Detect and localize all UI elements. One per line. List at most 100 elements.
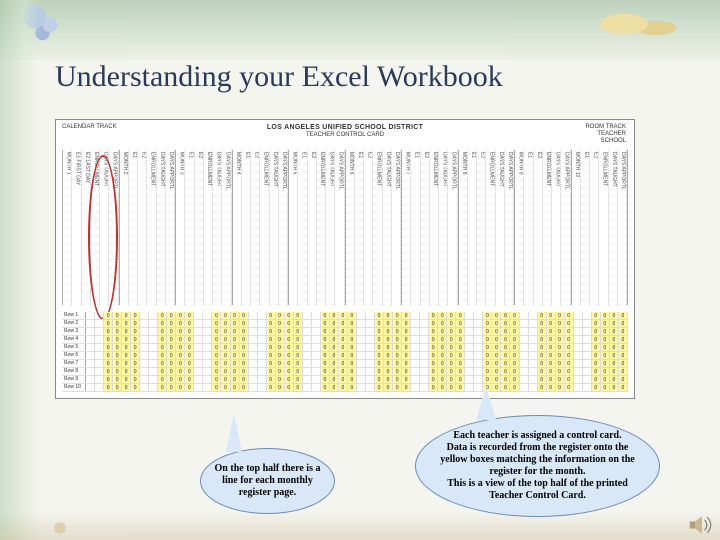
data-cell [583,368,592,375]
data-cell-highlight: 0 [240,312,249,319]
data-cell [312,368,321,375]
spreadsheet-top-right: ROOM TRACK TEACHER SCHOOL [585,124,626,146]
column-group: MONTH 6E1E2ENROLLMENTDAYS TAUGHTDAYS APP… [345,150,402,305]
data-cell-highlight: 0 [212,360,221,367]
data-cell-highlight: 0 [429,368,438,375]
data-cell-highlight: 0 [339,320,348,327]
data-cell-highlight: 0 [104,344,113,351]
data-cell-highlight: 0 [402,312,411,319]
data-cell-highlight: 0 [321,336,330,343]
data-cell-highlight: 0 [185,384,194,391]
data-cell-highlight: 0 [158,368,167,375]
data-cell-highlight: 0 [221,320,230,327]
data-cell-highlight: 0 [429,376,438,383]
data-cell-highlight: 0 [402,328,411,335]
column-group: MONTH 1E1 FIRST DAYE2 LAST DAYENROLLMENT… [62,150,119,305]
data-cell-highlight: 0 [212,376,221,383]
column-group: MONTH 2E1E2ENROLLMENTDAYS TAUGHTDAYS APP… [119,150,176,305]
data-cell-highlight: 0 [104,384,113,391]
data-cell [303,368,312,375]
data-cell-highlight: 0 [240,320,249,327]
column-header: DAYS APPORTL [448,150,457,305]
data-cell [86,320,95,327]
data-cell-highlight: 0 [438,344,447,351]
data-cell [95,384,104,391]
data-cell [95,336,104,343]
data-cell-highlight: 0 [294,368,303,375]
row-label: Row 4 [62,336,86,343]
data-cell [583,376,592,383]
data-cell [203,328,212,335]
data-cell-highlight: 0 [348,336,357,343]
data-cell-highlight: 0 [167,376,176,383]
data-cell-highlight: 0 [601,336,610,343]
data-cell [249,376,258,383]
data-cell-highlight: 0 [565,368,574,375]
column-header: ENROLLMENT [599,150,608,305]
speaker-icon[interactable] [688,514,716,536]
data-cell [474,368,483,375]
data-cell-highlight: 0 [122,320,131,327]
row-label: Row 9 [62,376,86,383]
data-cell-highlight: 0 [384,384,393,391]
row-cells: 0000000000000000000000000000000000000000 [86,352,628,359]
data-cell-highlight: 0 [547,360,556,367]
data-cell [194,328,203,335]
data-cell [574,344,583,351]
data-cell [529,344,538,351]
data-cell-highlight: 0 [456,344,465,351]
data-cell [411,312,420,319]
data-cell-highlight: 0 [131,328,140,335]
data-cell-highlight: 0 [384,368,393,375]
data-cell [366,384,375,391]
data-cell [140,376,149,383]
data-cell-highlight: 0 [212,352,221,359]
column-header: E1 [468,150,477,305]
data-cell-highlight: 0 [438,336,447,343]
data-cell-highlight: 0 [447,312,456,319]
right-line1: ROOM TRACK [585,124,626,130]
data-cell-highlight: 0 [547,320,556,327]
data-cell-highlight: 0 [339,328,348,335]
data-cell-highlight: 0 [221,336,230,343]
data-cell-highlight: 0 [456,360,465,367]
data-cell-highlight: 0 [167,320,176,327]
data-cell [474,360,483,367]
data-cell-highlight: 0 [267,336,276,343]
data-cell [529,360,538,367]
column-header: E2 LAST DAY [82,150,91,305]
data-cell-highlight: 0 [547,384,556,391]
data-cell-highlight: 0 [221,384,230,391]
data-cell [86,336,95,343]
column-header: DAYS TAUGHT [383,150,392,305]
data-cell-highlight: 0 [113,360,122,367]
data-cell-highlight: 0 [240,336,249,343]
data-cell-highlight: 0 [276,328,285,335]
data-cell-highlight: 0 [619,368,628,375]
data-cell [574,352,583,359]
data-cell-highlight: 0 [167,344,176,351]
data-cell [520,384,529,391]
data-cell-highlight: 0 [185,376,194,383]
data-cell [574,384,583,391]
data-cell-highlight: 0 [348,320,357,327]
data-cell [203,320,212,327]
data-cell [140,344,149,351]
data-cell-highlight: 0 [510,344,519,351]
data-cell-highlight: 0 [158,344,167,351]
row-label: Row 6 [62,352,86,359]
data-cell [258,336,267,343]
data-cell-highlight: 0 [402,376,411,383]
data-cell-highlight: 0 [492,352,501,359]
table-row: Row 700000000000000000000000000000000000… [62,360,628,368]
row-label: Row 3 [62,328,86,335]
data-cell-highlight: 0 [438,360,447,367]
data-cell-highlight: 0 [339,360,348,367]
data-cell-highlight: 0 [447,344,456,351]
data-cell-highlight: 0 [456,320,465,327]
data-cell-highlight: 0 [456,336,465,343]
data-cell-highlight: 0 [321,360,330,367]
slide-content: Understanding your Excel Workbook CALEND… [55,60,695,515]
data-cell-highlight: 0 [492,336,501,343]
data-cell-highlight: 0 [348,376,357,383]
